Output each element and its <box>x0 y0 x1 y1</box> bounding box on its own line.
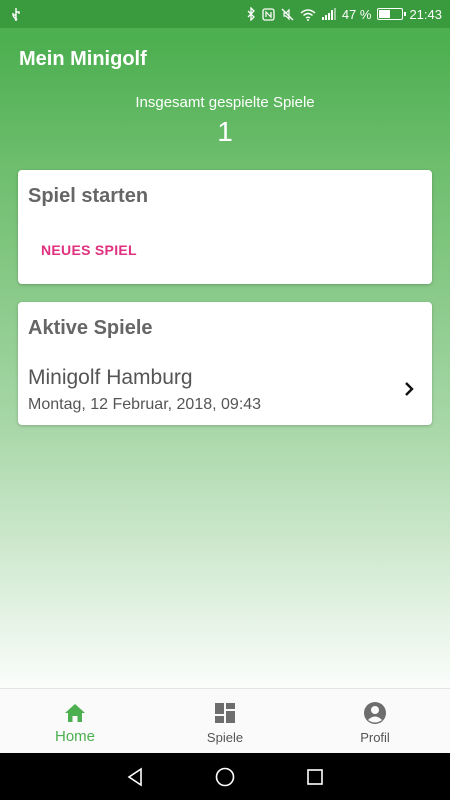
total-games-count: 1 <box>217 116 233 147</box>
total-games-label: Insgesamt gespielte Spiele <box>135 94 315 111</box>
chevron-right-icon <box>402 380 416 398</box>
wifi-icon <box>300 8 316 21</box>
recents-icon[interactable] <box>303 765 327 789</box>
nav-spiele-label: Spiele <box>206 730 244 745</box>
home-circle-icon[interactable] <box>213 765 237 789</box>
bluetooth-icon <box>246 7 256 21</box>
nfc-icon <box>262 7 275 21</box>
start-game-card: Spiel starten NEUES SPIEL <box>18 170 432 284</box>
account-circle-icon <box>362 700 388 726</box>
status-bar: 47 % 21:43 <box>0 0 450 28</box>
nav-spiele[interactable]: Spiele <box>150 689 300 753</box>
battery-icon <box>377 8 407 20</box>
system-navigation-bar <box>0 753 450 800</box>
usb-icon <box>10 7 22 21</box>
active-games-card: Aktive Spiele Minigolf Hamburg Montag, 1… <box>18 302 432 425</box>
new-game-button[interactable]: NEUES SPIEL <box>32 234 146 266</box>
game-name: Minigolf Hamburg <box>28 366 193 389</box>
active-games-title: Aktive Spiele <box>28 317 153 339</box>
start-game-title: Spiel starten <box>28 185 149 207</box>
app-title: Mein Minigolf <box>19 48 147 70</box>
status-time: 21:43 <box>409 6 442 22</box>
dashboard-icon <box>212 700 238 726</box>
back-icon[interactable] <box>123 765 147 789</box>
nav-profil-label: Profil <box>360 730 390 745</box>
nav-home-label: Home <box>54 728 95 745</box>
battery-level-fill <box>379 10 390 18</box>
mute-icon <box>281 8 294 21</box>
nav-profil[interactable]: Profil <box>300 689 450 753</box>
nav-home[interactable]: Home <box>0 689 150 753</box>
signal-icon <box>321 8 336 20</box>
active-game-item[interactable]: Minigolf Hamburg Montag, 12 Februar, 201… <box>18 356 432 420</box>
home-icon <box>62 700 88 726</box>
game-date: Montag, 12 Februar, 2018, 09:43 <box>28 396 262 413</box>
bottom-navigation: Home Spiele Profil <box>0 688 450 753</box>
battery-percent: 47 % <box>341 6 372 22</box>
